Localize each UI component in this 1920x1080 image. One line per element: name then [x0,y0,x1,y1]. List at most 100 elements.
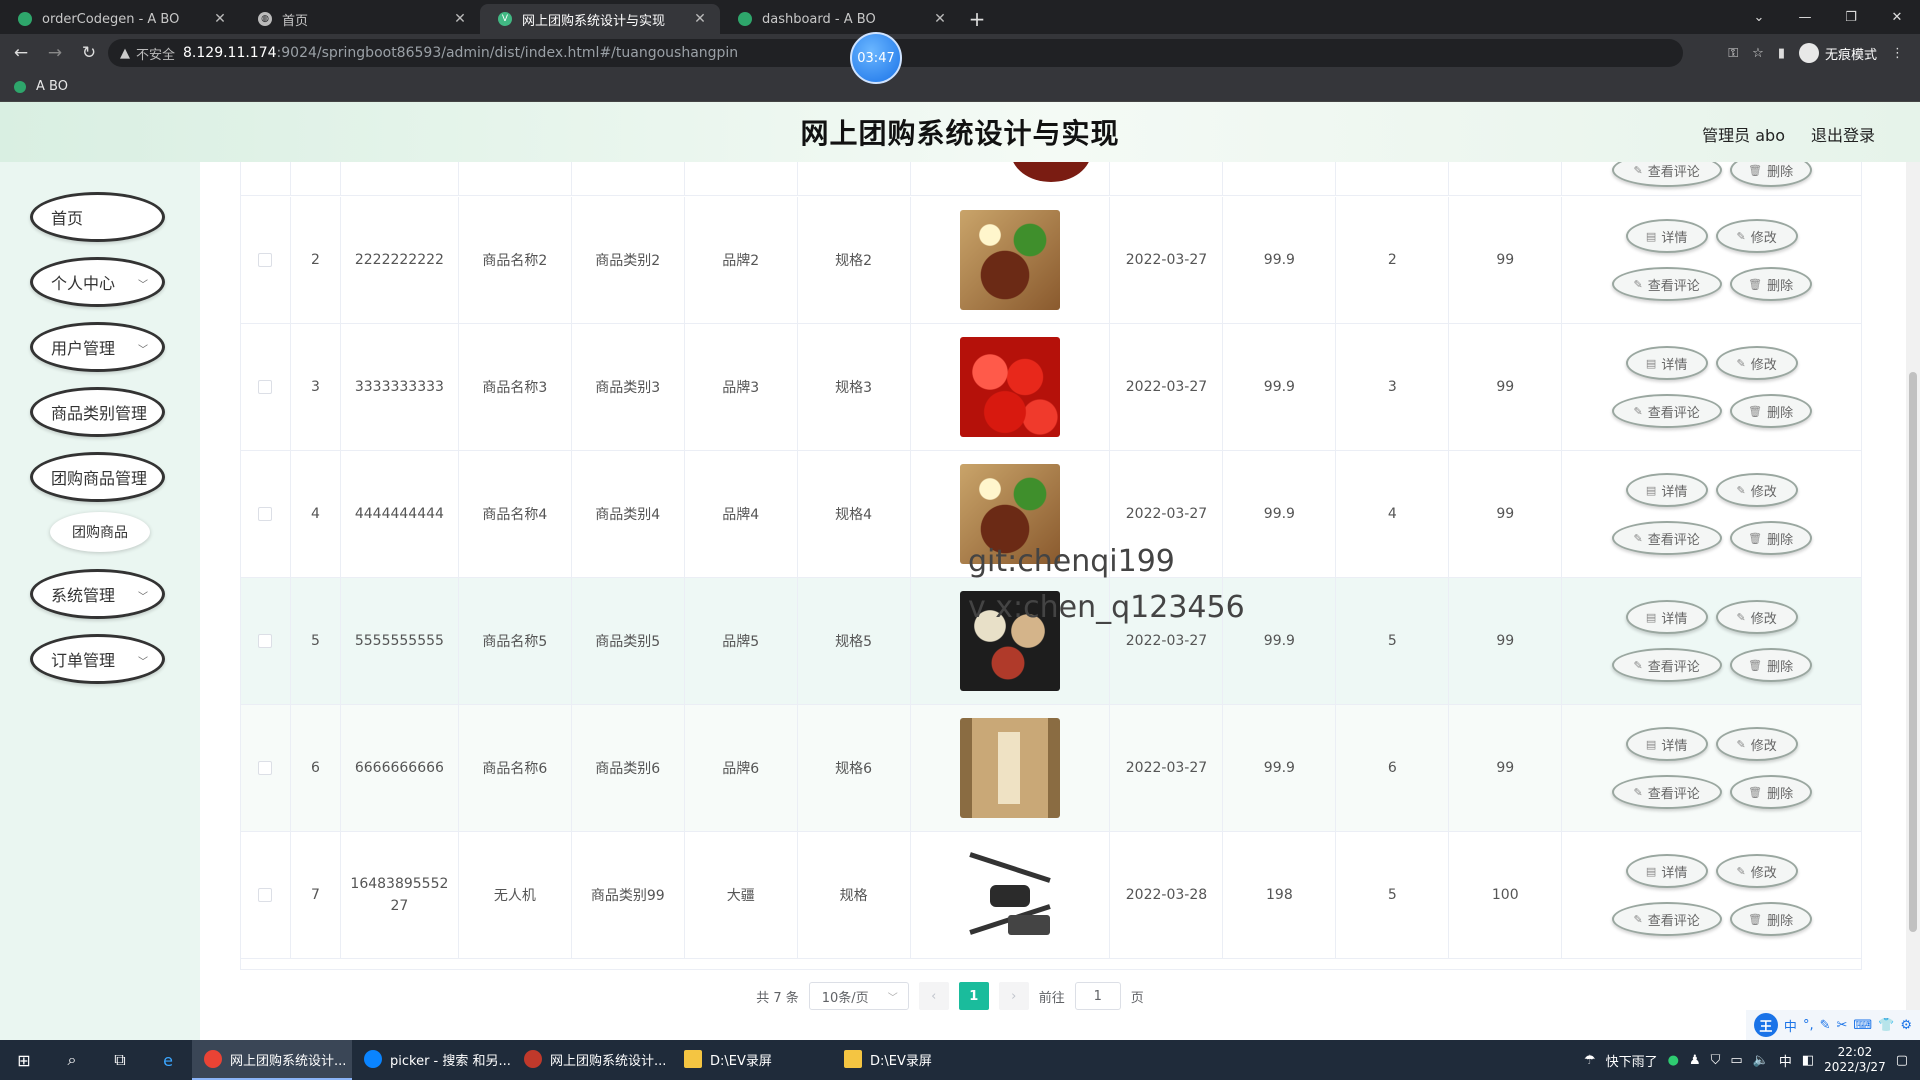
sidepanel-icon[interactable]: ▮ [1778,46,1785,61]
menu-dots-icon[interactable]: ⋮ [1891,46,1904,61]
forward-icon[interactable]: → [42,43,68,63]
row-checkbox[interactable] [258,507,273,521]
taskbar-app-edge[interactable]: picker - 搜索 和另... [352,1040,512,1080]
tab-search-icon[interactable]: ⌄ [1736,0,1782,34]
incognito-profile[interactable]: 无痕模式 [1798,43,1877,63]
page-scrollbar[interactable] [1906,162,1920,1040]
tab-close-icon[interactable]: ✕ [452,11,468,27]
tab-close-icon[interactable]: ✕ [932,11,948,27]
detail-button[interactable]: ▤ 详情 [1625,473,1708,507]
tray-app-icon[interactable]: ♟ [1689,1053,1701,1068]
goods-price: 99.9 [1223,705,1337,831]
row-checkbox[interactable] [258,634,273,648]
view-reviews-button[interactable]: ✎ 查看评论 [1611,267,1722,301]
page-number-current[interactable]: 1 [958,982,989,1010]
ime-skin-icon[interactable]: 👕 [1878,1018,1894,1033]
back-icon[interactable]: ← [8,43,34,63]
ime-settings-icon[interactable]: ⚙ [1900,1018,1912,1033]
browser-tab-3[interactable]: V 网上团购系统设计与实现 ✕ [480,4,720,34]
notification-icon[interactable]: ▢ [1896,1053,1908,1068]
tab-close-icon[interactable]: ✕ [692,11,708,27]
shield-icon[interactable]: ⛉ [1711,1053,1721,1068]
detail-button[interactable]: ▤ 详情 [1625,346,1708,380]
ime-mode[interactable]: 中 [1784,1016,1797,1035]
sidebar-item-categories[interactable]: 商品类别管理 [30,387,165,437]
input-language[interactable]: 中 [1779,1051,1792,1070]
network-icon[interactable]: ▭ [1730,1053,1742,1068]
minimize-icon[interactable]: — [1782,0,1828,34]
sidebar-item-users[interactable]: 用户管理 ﹀ [30,322,165,372]
taskbar-app-explorer-1[interactable]: D:\EV录屏 [672,1040,832,1080]
task-view-icon[interactable]: ⧉ [96,1040,144,1080]
goto-page-input[interactable]: 1 [1074,982,1121,1010]
edit-button[interactable]: ✎ 修改 [1715,219,1798,253]
detail-button[interactable]: ▤ 详情 [1625,727,1708,761]
sidebar-item-system[interactable]: 系统管理 ﹀ [30,569,165,619]
scrollbar-thumb[interactable] [1909,372,1917,932]
browser-tab-4[interactable]: dashboard - A BO ✕ [720,4,960,34]
row-checkbox[interactable] [258,761,273,775]
logout-button[interactable]: 退出登录 [1811,122,1875,146]
browser-tab-1[interactable]: orderCodegen - A BO ✕ [0,4,240,34]
windows-start-icon[interactable]: ⊞ [0,1040,48,1080]
new-tab-button[interactable]: + [960,4,994,34]
ie-browser-icon[interactable]: e [144,1040,192,1080]
close-window-icon[interactable]: ✕ [1874,0,1920,34]
view-reviews-button[interactable]: ✎ 查看评论 [1611,394,1722,428]
prev-page-button[interactable]: ‹ [918,982,949,1010]
detail-button[interactable]: ▤ 详情 [1625,219,1708,253]
taskbar-app-explorer-2[interactable]: D:\EV录屏 [832,1040,992,1080]
volume-icon[interactable]: 🔈 [1753,1053,1769,1068]
delete-button[interactable]: 🗑 删除 [1729,394,1812,428]
table-row: 7 16483895552 27 无人机 商品类别99 大疆 规格 2022-0… [241,832,1861,959]
bookmark-item[interactable]: A BO [36,79,68,94]
reload-icon[interactable]: ↻ [76,43,102,63]
delete-button[interactable]: 🗑 删除 [1729,521,1812,555]
view-reviews-button[interactable]: ✎ 查看评论 [1611,902,1722,936]
detail-button[interactable]: ▤ 详情 [1625,600,1708,634]
view-reviews-button[interactable]: ✎ 查看评论 [1611,521,1722,555]
wechat-icon[interactable]: ● [1668,1053,1679,1068]
detail-button[interactable]: ▤ 详情 [1625,854,1708,888]
edit-button[interactable]: ✎ 修改 [1715,473,1798,507]
ime-keyboard-icon[interactable]: ⌨ [1853,1018,1872,1033]
sidebar-item-orders[interactable]: 订单管理 ﹀ [30,634,165,684]
ime-scissors-icon[interactable]: ✂ [1836,1018,1847,1033]
row-checkbox[interactable] [258,888,273,902]
row-checkbox[interactable] [258,380,273,394]
taskbar-app-chrome[interactable]: 网上团购系统设计... [192,1040,352,1080]
sidebar-item-home[interactable]: 首页 [30,192,165,242]
key-icon[interactable]: ⚿ [1728,46,1738,61]
delete-button[interactable]: 🗑 删除 [1729,902,1812,936]
ime-pen-icon[interactable]: ✎ [1820,1018,1831,1033]
view-reviews-button[interactable]: ✎ 查看评论 [1611,648,1722,682]
sidebar-item-groupbuy[interactable]: 团购商品管理 [30,452,165,502]
restore-icon[interactable]: ❐ [1828,0,1874,34]
delete-button[interactable]: 🗑 删除 [1729,648,1812,682]
page-size-select[interactable]: 10条/页 ﹀ [808,982,909,1010]
edit-button[interactable]: ✎ 修改 [1715,727,1798,761]
edit-button[interactable]: ✎ 修改 [1715,854,1798,888]
goods-brand: 大疆 [685,832,798,958]
edit-button[interactable]: ✎ 修改 [1715,346,1798,380]
ime-punctuation-icon[interactable]: °, [1803,1018,1814,1033]
clock[interactable]: 22:02 2022/3/27 [1824,1045,1886,1075]
delete-button[interactable]: 🗑 删除 [1729,267,1812,301]
ime-logo-icon[interactable]: 王 [1753,1013,1778,1037]
next-page-button[interactable]: › [998,982,1029,1010]
tab-close-icon[interactable]: ✕ [212,11,228,27]
search-icon[interactable]: ⌕ [48,1040,96,1080]
sidebar-subitem-groupbuy-goods[interactable]: 团购商品 [50,512,150,552]
edit-button[interactable]: ✎ 修改 [1715,600,1798,634]
taskbar-app-browser[interactable]: 网上团购系统设计... [512,1040,672,1080]
delete-button[interactable]: 🗑 删除 [1729,162,1812,187]
browser-tab-2[interactable]: ◍ 首页 ✕ [240,4,480,34]
weather-text[interactable]: 快下雨了 [1606,1051,1658,1070]
view-reviews-button[interactable]: ✎ 查看评论 [1611,162,1722,187]
view-reviews-button[interactable]: ✎ 查看评论 [1611,775,1722,809]
ime-tray-icon[interactable]: ◧ [1802,1053,1814,1068]
delete-button[interactable]: 🗑 删除 [1729,775,1812,809]
row-checkbox[interactable] [258,253,273,267]
sidebar-item-profile[interactable]: 个人中心 ﹀ [30,257,165,307]
star-icon[interactable]: ☆ [1752,46,1764,61]
